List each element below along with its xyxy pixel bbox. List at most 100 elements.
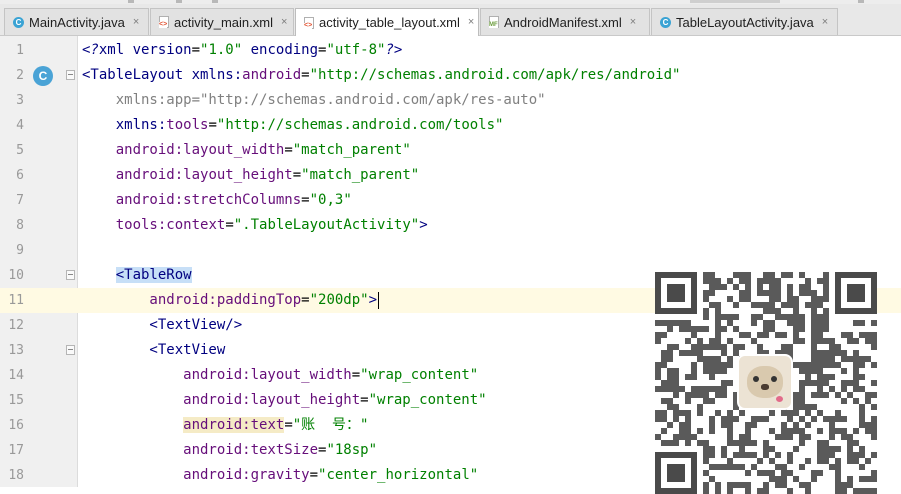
code-token: <TableLayout: [82, 67, 192, 83]
code-line[interactable]: 4 xmlns:tools="http://schemas.android.co…: [0, 113, 901, 138]
tab-android-manifest-xml[interactable]: AndroidManifest.xml ×: [480, 8, 650, 35]
qr-module: [859, 416, 865, 422]
code-token: paddingTop: [216, 292, 302, 308]
qr-module: [859, 362, 865, 368]
qr-module: [853, 368, 859, 374]
qr-module: [715, 362, 721, 368]
qr-module: [661, 410, 667, 416]
qr-module: [799, 464, 805, 470]
qr-module: [799, 440, 805, 446]
code-line[interactable]: 8 tools:context=".TableLayoutActivity">: [0, 213, 901, 238]
qr-module: [829, 416, 835, 422]
xml-file-icon: [159, 16, 169, 28]
qr-module: [787, 452, 793, 458]
qr-module: [751, 464, 757, 470]
code-line[interactable]: 5 android:layout_width="match_parent": [0, 138, 901, 163]
qr-module: [781, 476, 787, 482]
code-line[interactable]: 1 <?xml version="1.0" encoding="utf-8"?>: [0, 38, 901, 63]
qr-module: [811, 308, 817, 314]
qr-module: [685, 338, 691, 344]
qr-module: [817, 470, 823, 476]
qr-module: [697, 386, 703, 392]
close-icon[interactable]: ×: [133, 16, 139, 28]
line-number: 12: [8, 318, 24, 333]
line-number: 13: [8, 343, 24, 358]
line-number: 16: [8, 418, 24, 433]
qr-module: [679, 422, 685, 428]
qr-module: [709, 344, 715, 350]
qr-module: [715, 326, 721, 332]
qr-module: [787, 320, 793, 326]
qr-module: [805, 422, 811, 428]
class-gutter-icon[interactable]: C: [33, 66, 53, 86]
qr-module: [787, 302, 793, 308]
qr-module: [679, 326, 685, 332]
line-text: android:gravity="center_horizontal": [82, 463, 478, 488]
qr-module: [691, 326, 697, 332]
qr-module: [667, 356, 673, 362]
qr-module: [823, 392, 829, 398]
line-text: <?xml version="1.0" encoding="utf-8"?>: [82, 38, 402, 63]
qr-module: [835, 458, 841, 464]
code-editor[interactable]: 1 <?xml version="1.0" encoding="utf-8"?> 2…: [0, 36, 901, 494]
qr-module: [685, 428, 691, 434]
qr-module: [859, 446, 865, 452]
qr-module: [727, 362, 733, 368]
qr-module: [691, 344, 697, 350]
code-line[interactable]: 9: [0, 238, 901, 263]
fold-toggle-icon[interactable]: [66, 70, 75, 80]
code-token: =: [191, 42, 201, 58]
code-line[interactable]: 2 C <TableLayout xmlns:android="http://sch…: [0, 63, 901, 88]
fold-toggle-icon[interactable]: [66, 345, 75, 355]
qr-module: [781, 272, 787, 278]
tab-activity-main-xml[interactable]: activity_main.xml ×: [150, 8, 294, 35]
qr-module: [793, 392, 799, 398]
line-text: android:text="账 号：": [82, 413, 368, 438]
code-line[interactable]: 7 android:stretchColumns="0,3": [0, 188, 901, 213]
java-class-icon: C: [660, 16, 671, 28]
close-icon[interactable]: ×: [468, 17, 474, 28]
qr-module: [829, 386, 835, 392]
qr-module: [667, 398, 673, 404]
code-line[interactable]: 6 android:layout_height="match_parent": [0, 163, 901, 188]
editor-tab-bar: C MainActivity.java × activity_main.xml …: [0, 4, 901, 36]
qr-module: [715, 392, 721, 398]
qr-module: [781, 410, 787, 416]
qr-module: [817, 446, 823, 452]
text-caret: [378, 291, 380, 309]
qr-module: [703, 488, 709, 494]
close-icon[interactable]: ×: [630, 16, 636, 28]
code-token: gravity: [250, 467, 310, 483]
qr-module: [853, 362, 859, 368]
tab-table-layout-activity-java[interactable]: C TableLayoutActivity.java ×: [651, 8, 838, 35]
qr-module: [709, 284, 715, 290]
qr-module: [781, 434, 787, 440]
qr-module: [721, 452, 727, 458]
qr-module: [847, 434, 853, 440]
qr-module: [697, 326, 703, 332]
qr-module: [811, 404, 817, 410]
close-icon[interactable]: ×: [822, 16, 828, 28]
line-number: 4: [16, 118, 24, 133]
qr-module: [709, 416, 715, 422]
qr-module: [697, 356, 703, 362]
tab-main-activity-java[interactable]: C MainActivity.java ×: [4, 8, 149, 35]
qr-module: [745, 434, 751, 440]
close-icon[interactable]: ×: [281, 16, 287, 28]
qr-module: [811, 344, 817, 350]
qr-module: [721, 416, 727, 422]
qr-module: [859, 410, 865, 416]
qr-module: [799, 326, 805, 332]
qr-module: [667, 368, 673, 374]
qr-module: [781, 302, 787, 308]
qr-module: [685, 326, 691, 332]
tab-activity-table-layout-xml[interactable]: activity_table_layout.xml ×: [295, 8, 479, 36]
qr-module: [787, 458, 793, 464]
code-line[interactable]: 3 xmlns:app="http://schemas.android.com/…: [0, 88, 901, 113]
qr-module: [871, 380, 877, 386]
qr-module: [799, 392, 805, 398]
fold-toggle-icon[interactable]: [66, 270, 75, 280]
qr-module: [763, 488, 769, 494]
qr-module: [799, 314, 805, 320]
